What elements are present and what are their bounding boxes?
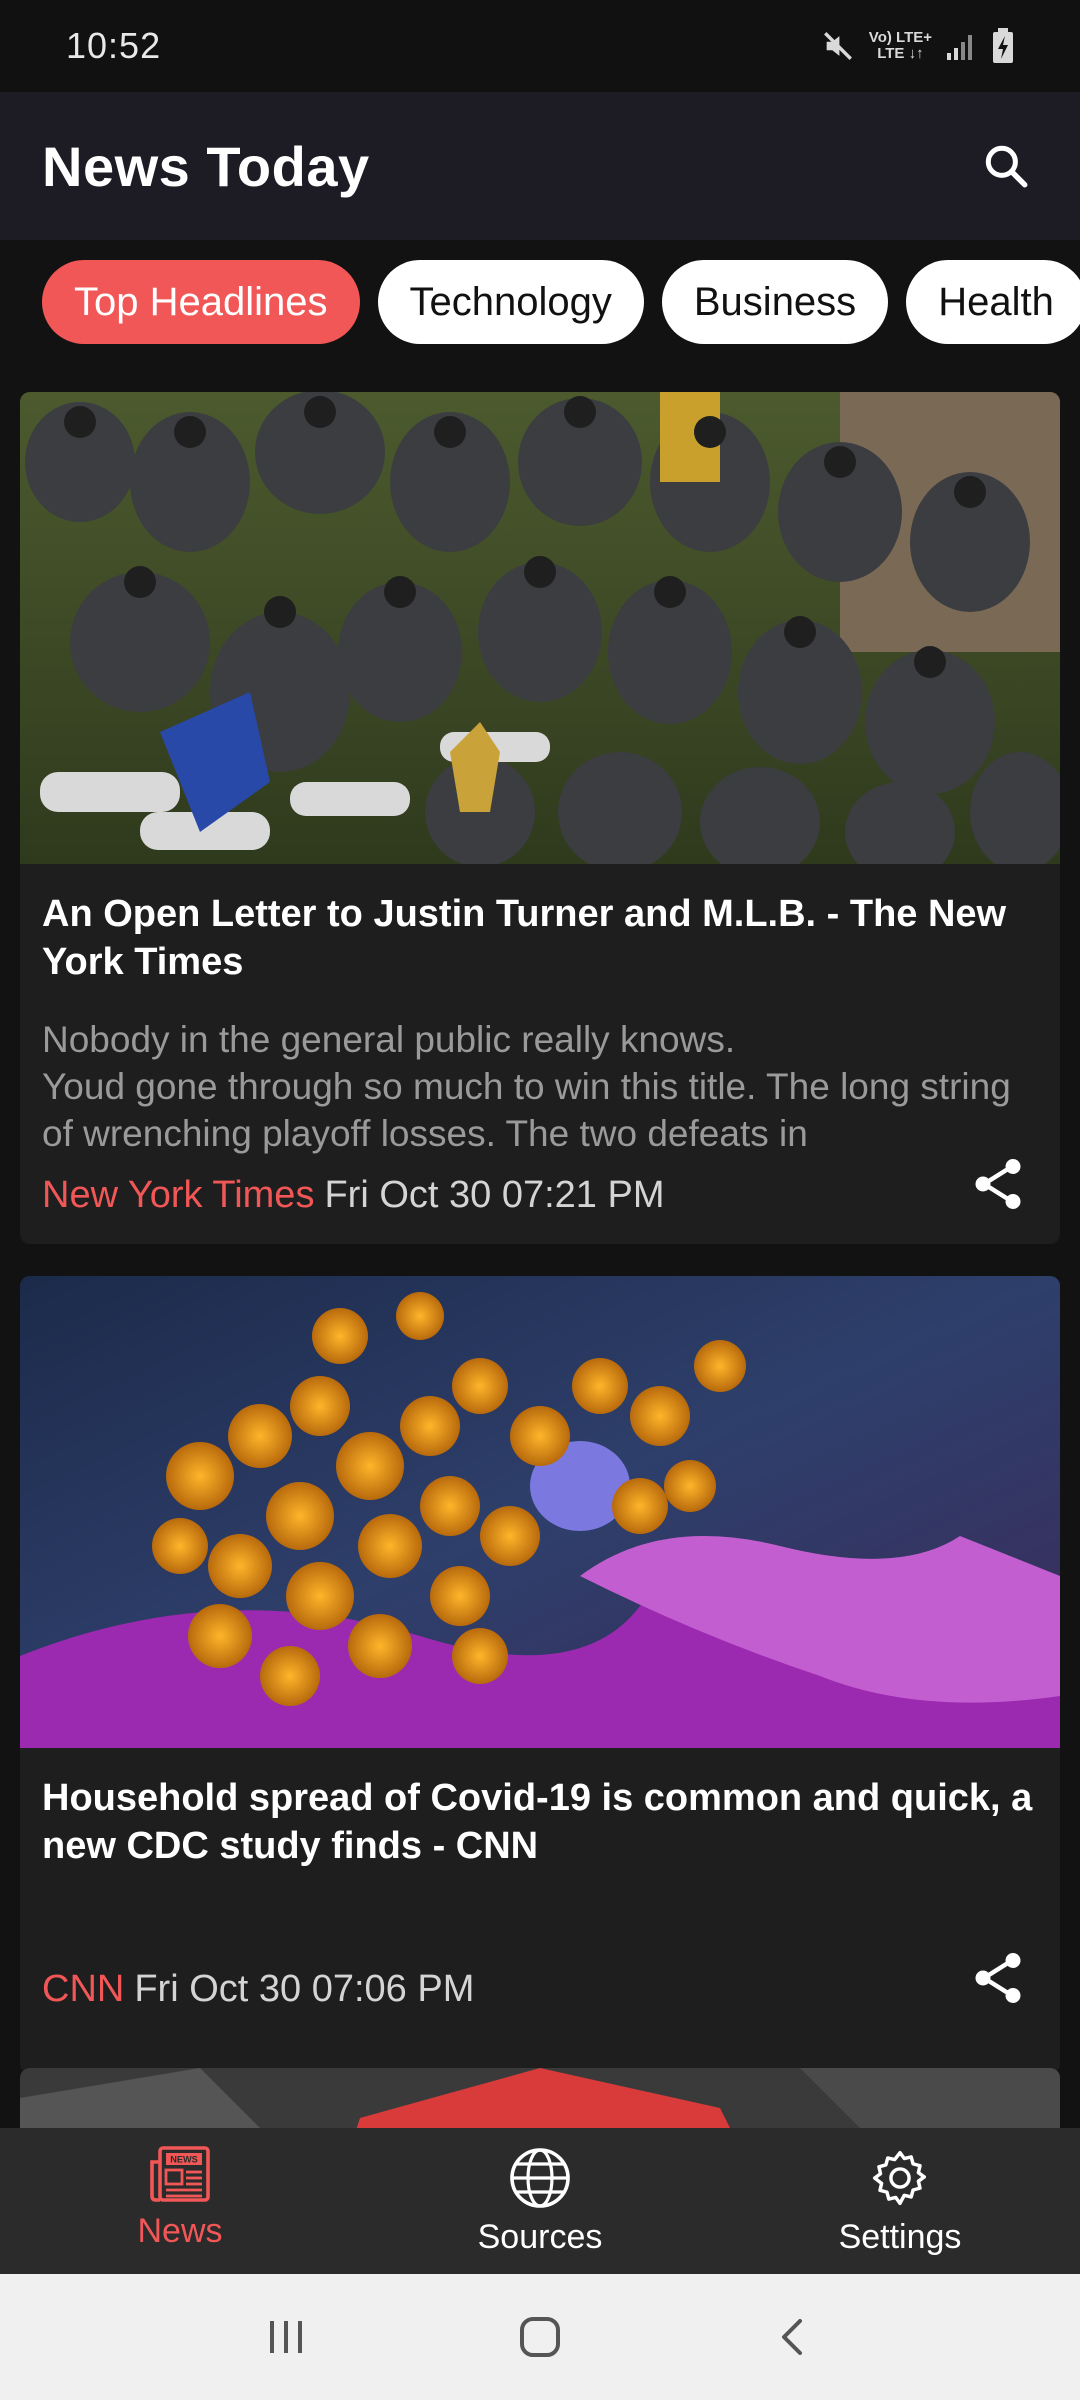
nav-settings[interactable]: Settings	[720, 2128, 1080, 2274]
article-source[interactable]: New York Times	[42, 1174, 314, 1216]
signal-icon	[947, 35, 972, 60]
chip-health[interactable]: Health	[906, 260, 1080, 344]
nav-label: News	[137, 2212, 223, 2250]
home-icon[interactable]	[516, 2313, 564, 2361]
nav-sources[interactable]: Sources	[360, 2128, 720, 2274]
virus-microscope-image	[20, 1276, 1060, 1748]
status-time: 10:52	[66, 25, 162, 66]
newspaper-icon: NEWS	[150, 2146, 210, 2202]
network-indicator: Vo) LTE+ LTE ↓↑	[868, 29, 932, 62]
article-image	[20, 2068, 1060, 2128]
globe-icon	[510, 2148, 570, 2208]
system-navigation-bar	[0, 2274, 1080, 2400]
article-meta: CNN Fri Oct 30 07:06 PM	[42, 1968, 474, 2011]
app-title: News Today	[42, 134, 370, 198]
article-description: Nobody in the general public really know…	[42, 1019, 1011, 1154]
chip-technology[interactable]: Technology	[377, 260, 644, 344]
article-date: Fri Oct 30 07:06 PM	[134, 1968, 475, 2010]
search-icon	[985, 145, 1028, 188]
news-feed: An Open Letter to Justin Turner and M.L.…	[0, 390, 1080, 2128]
app-bar: News Today	[0, 92, 1080, 240]
share-icon	[975, 1159, 1021, 1209]
article-card[interactable]	[20, 2068, 1060, 2128]
article-source[interactable]: CNN	[42, 1968, 124, 2010]
status-icons: Vo) LTE+ LTE ↓↑	[821, 28, 1014, 64]
svg-text:NEWS: NEWS	[170, 2155, 198, 2165]
article-card[interactable]: An Open Letter to Justin Turner and M.L.…	[20, 392, 1060, 1244]
battery-charging-icon	[993, 28, 1013, 63]
share-icon	[975, 1953, 1021, 2003]
search-button[interactable]	[974, 134, 1038, 198]
article-card[interactable]: Household spread of Covid-19 is common a…	[20, 1276, 1060, 2074]
category-chips: Top Headlines Technology Business Health	[0, 240, 1080, 390]
article-date: Fri Oct 30 07:21 PM	[324, 1174, 665, 1216]
team-celebration-image	[20, 392, 1060, 864]
share-button[interactable]	[968, 1154, 1028, 1214]
recent-apps-icon[interactable]	[264, 2315, 308, 2359]
chip-top-headlines[interactable]: Top Headlines	[42, 260, 360, 344]
article-body: Household spread of Covid-19 is common a…	[20, 1748, 1060, 2010]
article-meta: New York Times Fri Oct 30 07:21 PM	[42, 1174, 664, 1217]
nav-label: Sources	[477, 2218, 603, 2256]
chip-business[interactable]: Business	[661, 260, 889, 344]
article-body: An Open Letter to Justin Turner and M.L.…	[20, 864, 1060, 1216]
nav-label: Settings	[838, 2218, 962, 2256]
back-icon[interactable]	[772, 2315, 816, 2359]
nav-news[interactable]: NEWS News	[0, 2128, 360, 2274]
gear-icon	[872, 2150, 926, 2206]
bottom-navigation: NEWS News Sources Settings	[0, 2128, 1080, 2274]
share-button[interactable]	[968, 1948, 1028, 2008]
mute-icon	[823, 32, 852, 60]
article-title: An Open Letter to Justin Turner and M.L.…	[42, 893, 1007, 983]
article-title: Household spread of Covid-19 is common a…	[42, 1777, 1033, 1867]
status-bar: 10:52 Vo) LTE+ LTE ↓↑	[0, 0, 1080, 92]
